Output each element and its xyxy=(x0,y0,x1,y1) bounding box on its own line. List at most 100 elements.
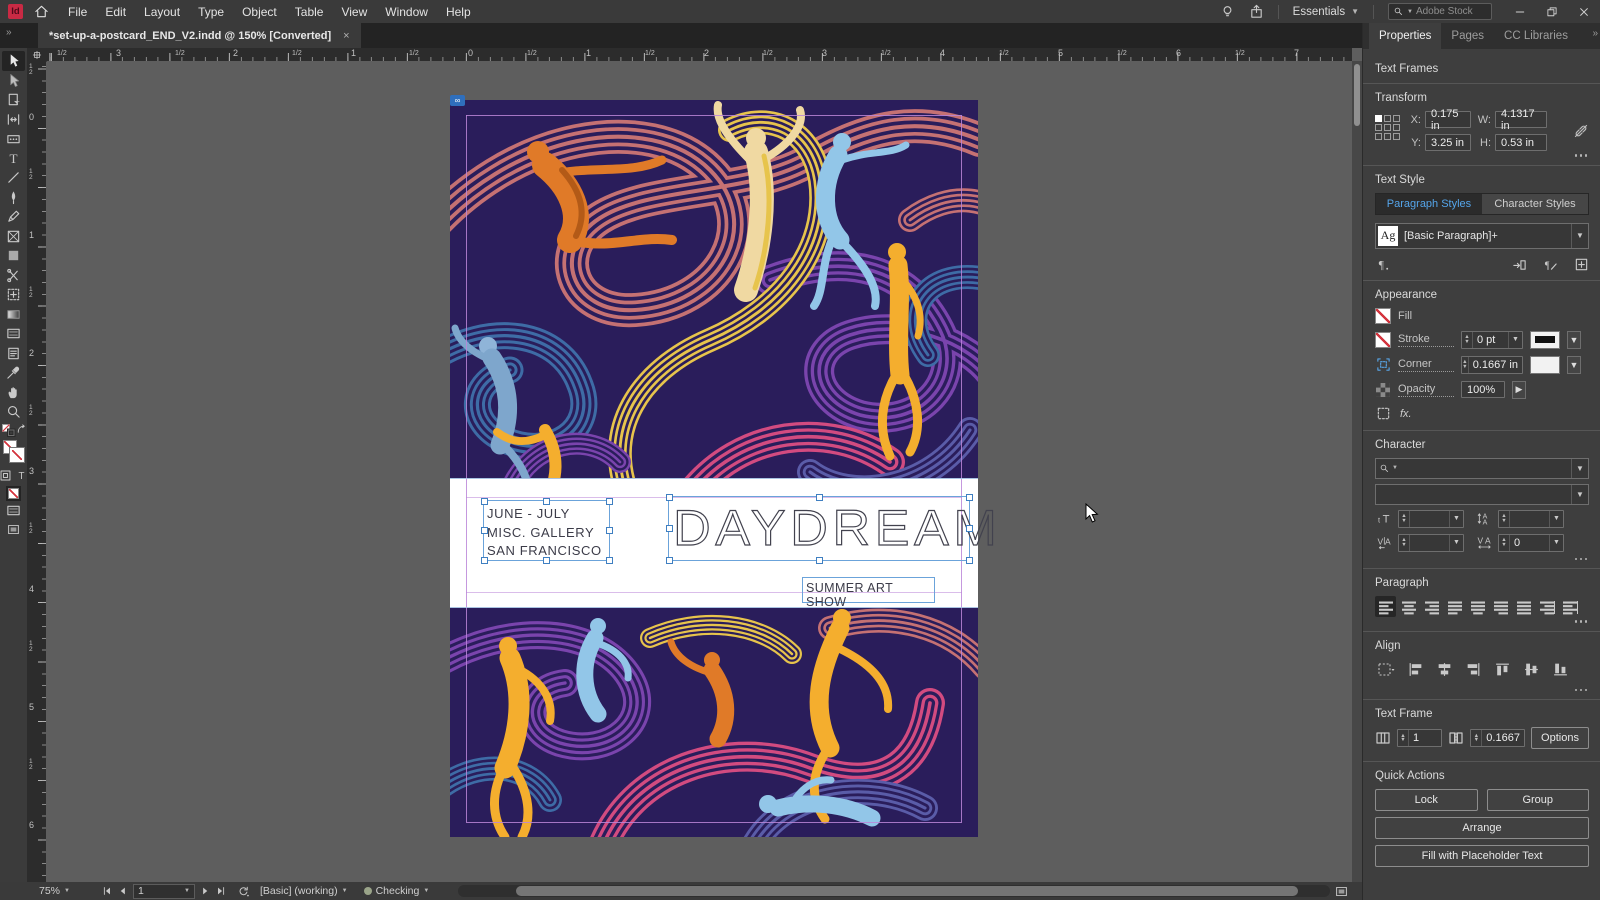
next-page-button[interactable] xyxy=(199,885,211,897)
corner-shape-dropdown[interactable]: ▼ xyxy=(1567,355,1581,374)
vertical-scrollbar[interactable] xyxy=(1352,61,1362,882)
selection-handle[interactable] xyxy=(665,556,673,564)
tool-pen[interactable] xyxy=(2,188,25,208)
formatting-container-icon[interactable] xyxy=(0,469,12,482)
screen-mode-button[interactable] xyxy=(2,520,25,540)
arrange-button[interactable]: Arrange xyxy=(1375,817,1589,839)
corner-label[interactable]: Corner xyxy=(1398,358,1454,372)
horizontal-scrollbar[interactable] xyxy=(458,885,1330,897)
paragraph-style-dropdown[interactable]: Ag [Basic Paragraph]+ ▼ xyxy=(1375,222,1589,249)
restore-button[interactable] xyxy=(1546,6,1558,18)
apply-gradient-button[interactable] xyxy=(2,501,25,521)
selection-handle[interactable] xyxy=(965,525,973,532)
paragraph-justify-left-button[interactable] xyxy=(1444,596,1465,617)
first-page-button[interactable] xyxy=(101,885,113,897)
object-effects-icon[interactable] xyxy=(1375,406,1391,422)
linked-content-badge[interactable]: ∞ xyxy=(450,95,465,106)
share-icon[interactable] xyxy=(1249,4,1264,19)
paragraph-justify-right-button[interactable] xyxy=(1490,596,1511,617)
paragraph-justify-center-button[interactable] xyxy=(1467,596,1488,617)
align-top-button[interactable] xyxy=(1491,659,1513,681)
tool-rectangle[interactable] xyxy=(2,246,25,266)
stock-search-input[interactable]: ▼ Adobe Stock xyxy=(1388,3,1492,20)
paragraph-more-options[interactable] xyxy=(1375,620,1587,623)
text-frame-subtitle[interactable]: SUMMER ART SHOW xyxy=(802,577,935,609)
paragraph-align-left-button[interactable] xyxy=(1375,596,1396,617)
selection-handle[interactable] xyxy=(665,525,673,532)
apply-none-button[interactable] xyxy=(6,485,21,501)
paragraph-align-right-button[interactable] xyxy=(1421,596,1442,617)
vertical-scrollbar-thumb[interactable] xyxy=(1354,64,1360,126)
selection-handle[interactable] xyxy=(965,556,973,564)
close-button[interactable] xyxy=(1578,6,1590,18)
selection-handle[interactable] xyxy=(665,493,673,501)
reference-point-8[interactable] xyxy=(1393,133,1400,140)
y-field[interactable]: 3.25 in xyxy=(1425,134,1471,151)
reference-point-2[interactable] xyxy=(1393,115,1400,122)
page-number-field[interactable]: 1 ▼ xyxy=(133,883,195,899)
constrain-proportions-icon[interactable] xyxy=(1573,123,1589,139)
tool-line[interactable] xyxy=(2,168,25,188)
leading-stepper[interactable]: ▲ ▼ ▼ xyxy=(1498,509,1564,528)
selection-handle[interactable] xyxy=(543,497,550,505)
lock-button[interactable]: Lock xyxy=(1375,789,1478,811)
document-canvas[interactable]: JUNE - JULY MISC. GALLERY SAN FRANCISCO … xyxy=(46,61,1352,882)
tool-rectangle-frame[interactable] xyxy=(2,227,25,247)
tool-free-transform[interactable] xyxy=(2,285,25,305)
paragraph-align-away-from-spine-button[interactable] xyxy=(1559,596,1580,617)
text-frame-title[interactable]: DAYDREAM xyxy=(665,493,997,564)
align-more-options[interactable] xyxy=(1375,688,1587,691)
fill-placeholder-button[interactable]: Fill with Placeholder Text xyxy=(1375,845,1589,867)
group-button[interactable]: Group xyxy=(1486,789,1589,811)
menu-item-layout[interactable]: Layout xyxy=(135,5,189,19)
tool-type[interactable]: T xyxy=(2,149,25,169)
selection-handle[interactable] xyxy=(480,497,488,505)
selection-handle[interactable] xyxy=(605,497,613,505)
tool-pencil[interactable] xyxy=(2,207,25,227)
preflight-status[interactable]: Checking xyxy=(376,885,420,897)
selection-handle[interactable] xyxy=(815,556,823,564)
style-override-icon[interactable]: ¶ xyxy=(1543,257,1558,272)
menu-item-table[interactable]: Table xyxy=(286,5,333,19)
tab-properties[interactable]: Properties xyxy=(1369,23,1442,49)
kerning-stepper[interactable]: ▲ ▼ ▼ xyxy=(1398,533,1464,552)
gutter-stepper[interactable]: ▲ ▼ 0.1667 xyxy=(1470,729,1525,747)
text-frame-options-button[interactable]: Options xyxy=(1531,727,1589,749)
transform-more-options[interactable] xyxy=(1375,154,1587,157)
artwork-top-illustration[interactable] xyxy=(450,100,978,478)
tool-gap[interactable] xyxy=(2,110,25,130)
learn-lightbulb-icon[interactable] xyxy=(1220,4,1235,19)
fill-stroke-swatches[interactable] xyxy=(2,439,26,466)
opacity-field[interactable]: 100% xyxy=(1461,381,1505,398)
screen-mode-corner-icon[interactable] xyxy=(1335,885,1348,898)
tool-hand[interactable] xyxy=(2,383,25,403)
zoom-level-control[interactable]: 75% ▼ xyxy=(34,885,96,897)
reference-point-7[interactable] xyxy=(1384,133,1391,140)
selection-handle[interactable] xyxy=(543,556,550,564)
tool-color-theme[interactable] xyxy=(2,363,25,383)
corner-shape-preview[interactable] xyxy=(1530,355,1560,374)
vertical-ruler[interactable]: 12 0 12 1 12 2 12 3 12 4 12 5 12 6 xyxy=(27,61,46,882)
stroke-style-preview[interactable] xyxy=(1530,330,1560,349)
selection-handle[interactable] xyxy=(815,493,823,501)
align-vcenter-button[interactable] xyxy=(1520,659,1542,681)
stroke-style-dropdown[interactable]: ▼ xyxy=(1567,330,1581,349)
stroke-label[interactable]: Stroke xyxy=(1398,333,1454,347)
menu-item-type[interactable]: Type xyxy=(189,5,233,19)
selection-handle[interactable] xyxy=(480,527,488,534)
tool-gradient-swatch[interactable] xyxy=(2,305,25,325)
toolbar-expand-icon[interactable]: » xyxy=(6,27,11,38)
tool-note[interactable] xyxy=(2,344,25,364)
redefine-style-icon[interactable] xyxy=(1512,257,1527,272)
paragraph-justify-all-button[interactable] xyxy=(1513,596,1534,617)
selection-handle[interactable] xyxy=(605,556,613,564)
tab-paragraph-styles[interactable]: Paragraph Styles xyxy=(1376,193,1482,214)
tracking-stepper[interactable]: ▲ ▼ 0 ▼ xyxy=(1498,533,1564,552)
stroke-swatch-none[interactable] xyxy=(1375,331,1391,348)
reference-point-6[interactable] xyxy=(1375,133,1382,140)
align-left-button[interactable] xyxy=(1404,659,1426,681)
reference-point-1[interactable] xyxy=(1384,115,1391,122)
formatting-text-icon[interactable]: T xyxy=(15,469,28,482)
reference-point-grid[interactable] xyxy=(1375,115,1400,140)
tool-scissors[interactable] xyxy=(2,266,25,286)
